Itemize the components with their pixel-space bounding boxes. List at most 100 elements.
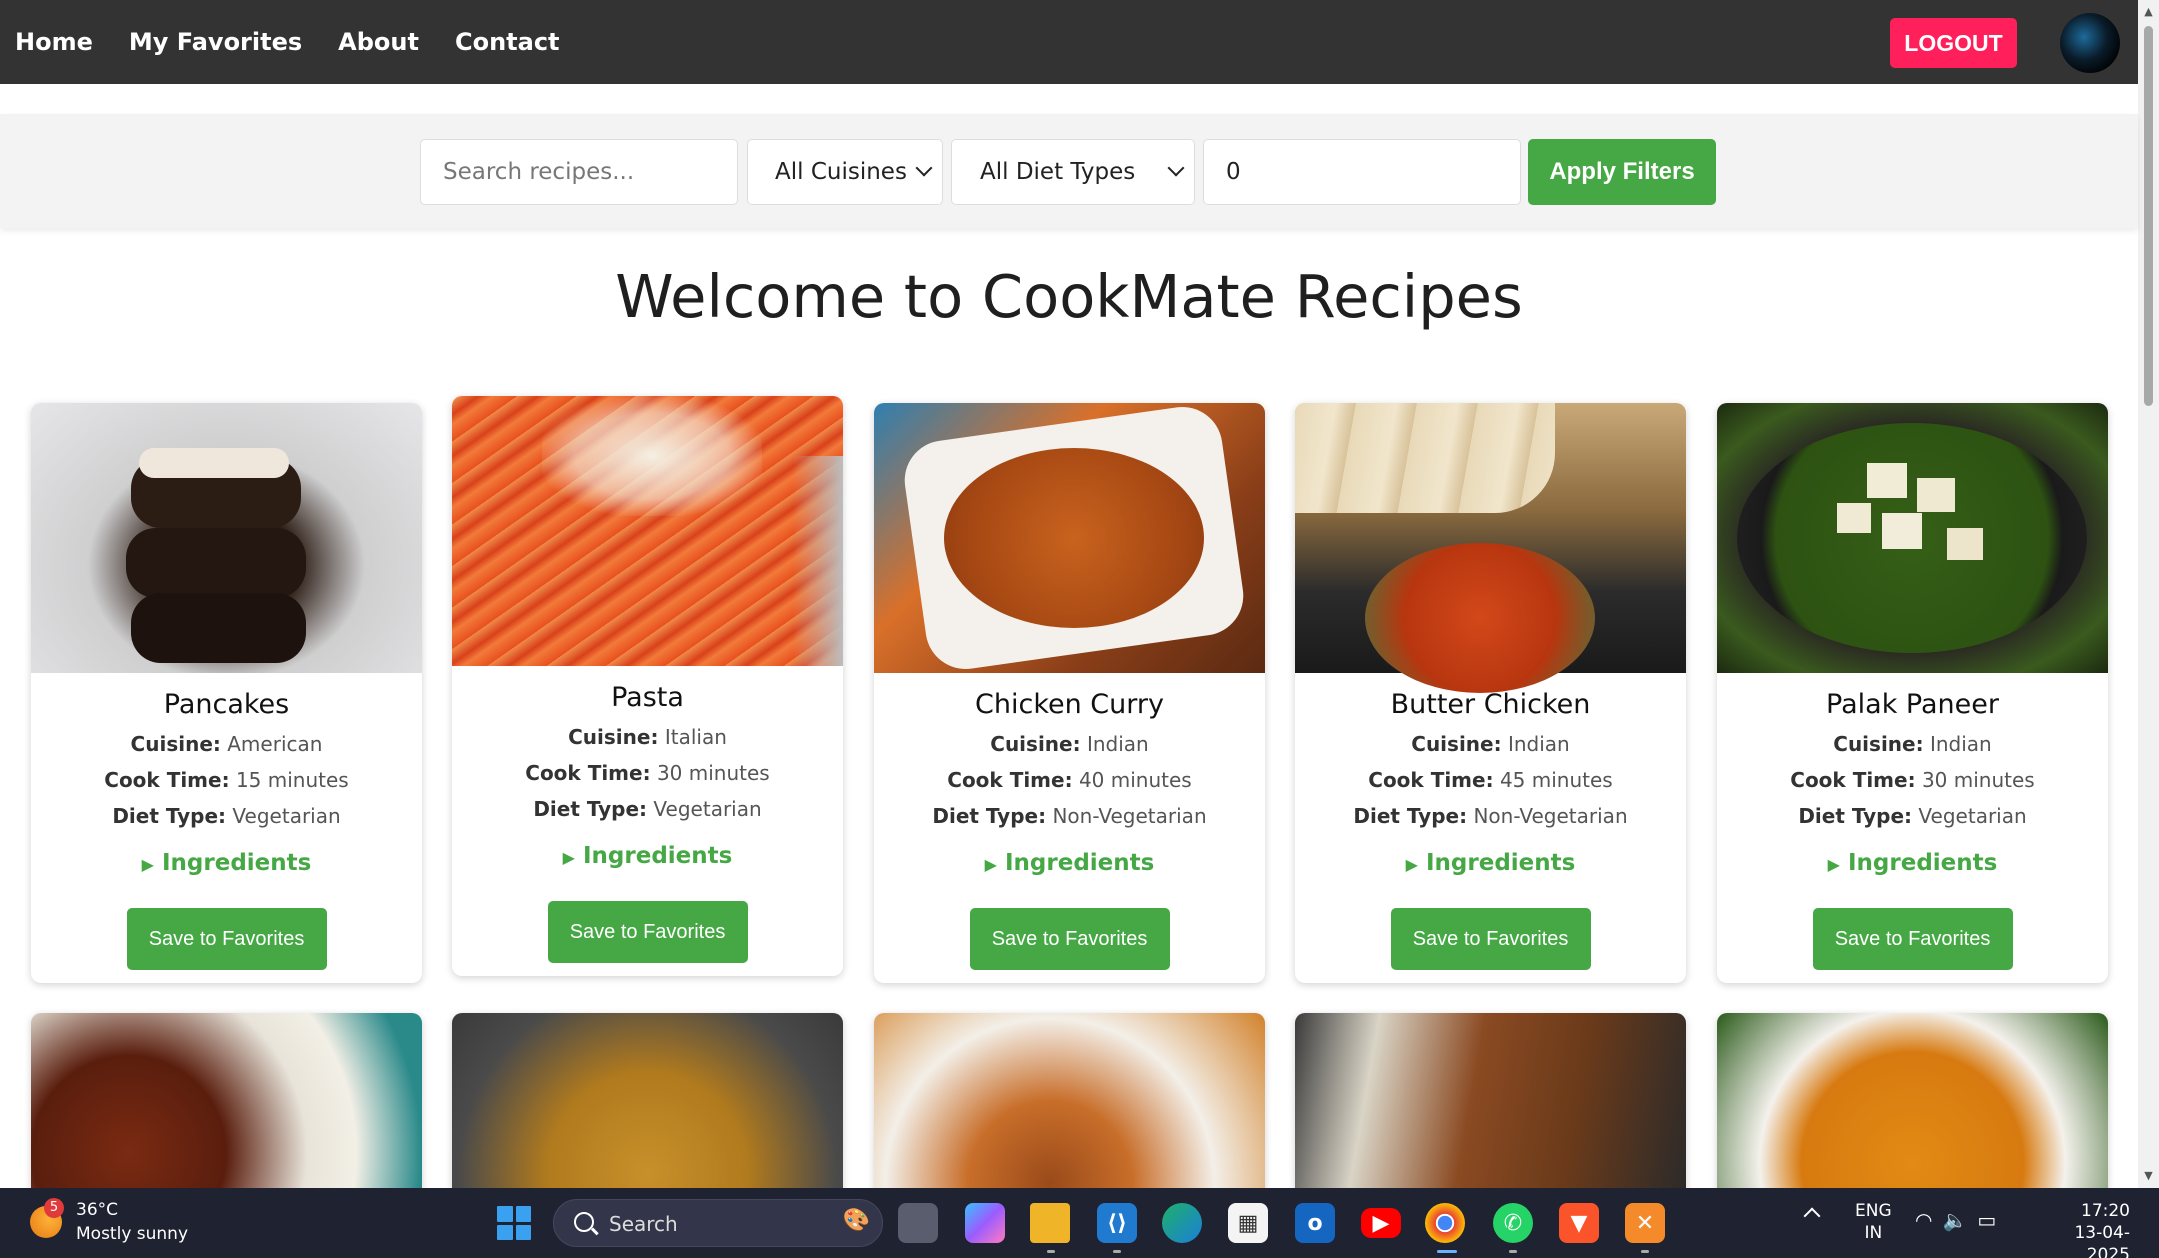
- weather-description[interactable]: Mostly sunny: [76, 1224, 188, 1244]
- ingredients-toggle[interactable]: ▶ Ingredients: [1717, 850, 2108, 876]
- triangle-right-icon: ▶: [141, 855, 154, 874]
- windows-start-icon[interactable]: [497, 1206, 531, 1240]
- cook-time-value: 30 minutes: [1921, 768, 2035, 792]
- cuisine-label: Cuisine:: [1411, 732, 1502, 756]
- lang-line2: IN: [1864, 1223, 1883, 1243]
- page-scrollbar[interactable]: ▲ ▼: [2138, 0, 2159, 1188]
- recipe-image-pancakes: [31, 403, 422, 673]
- cuisine-value: Indian: [1507, 732, 1570, 756]
- cuisine-value: Indian: [1086, 732, 1149, 756]
- ingredients-toggle[interactable]: ▶ Ingredients: [452, 843, 843, 869]
- logout-button[interactable]: LOGOUT: [1890, 18, 2017, 68]
- cook-time-input[interactable]: 0: [1203, 139, 1521, 205]
- search-icon: [574, 1212, 594, 1232]
- recipe-image-chicken-curry: [874, 403, 1265, 675]
- recipe-card: Pasta Cuisine: Italian Cook Time: 30 min…: [452, 396, 843, 976]
- vscode-icon[interactable]: ⟨⟩: [1097, 1203, 1137, 1243]
- cook-time-value: 40 minutes: [1078, 768, 1192, 792]
- ingredients-toggle[interactable]: ▶ Ingredients: [874, 850, 1265, 876]
- wifi-icon[interactable]: ◠: [1915, 1208, 1942, 1232]
- scroll-thumb[interactable]: [2144, 26, 2153, 406]
- running-indicator: [1113, 1250, 1121, 1253]
- running-indicator: [1641, 1250, 1649, 1253]
- ingredients-label: Ingredients: [582, 843, 733, 869]
- save-to-favorites-button[interactable]: Save to Favorites: [547, 901, 748, 963]
- file-explorer-icon[interactable]: [1030, 1203, 1070, 1243]
- scroll-up-arrow-icon[interactable]: ▲: [2141, 4, 2156, 19]
- clock[interactable]: 17:20 13-04-2025: [2035, 1200, 2130, 1258]
- diet-type-value: Non-Vegetarian: [1473, 804, 1628, 828]
- recipe-name: Pasta: [611, 682, 684, 713]
- ingredients-label: Ingredients: [1425, 850, 1576, 876]
- cuisine-value: Indian: [1929, 732, 1992, 756]
- volume-icon[interactable]: 🔈: [1942, 1208, 1977, 1232]
- cuisine-value: Italian: [664, 725, 727, 749]
- nav-contact-link[interactable]: Contact: [455, 28, 560, 56]
- brave-icon[interactable]: ▼: [1559, 1203, 1599, 1243]
- copilot-icon[interactable]: [965, 1203, 1005, 1243]
- recipe-image-partial: [874, 1013, 1265, 1213]
- ingredients-label: Ingredients: [1847, 850, 1998, 876]
- battery-icon[interactable]: ▭: [1977, 1208, 2006, 1232]
- cuisine-label: Cuisine:: [130, 732, 221, 756]
- triangle-right-icon: ▶: [1405, 855, 1418, 874]
- apply-filters-button[interactable]: Apply Filters: [1528, 139, 1716, 205]
- lang-line1: ENG: [1855, 1201, 1892, 1221]
- triangle-right-icon: ▶: [562, 848, 575, 867]
- running-indicator: [1509, 1250, 1517, 1253]
- recipe-card: Chicken Curry Cuisine: Indian Cook Time:…: [874, 403, 1265, 983]
- navbar: Home My Favorites About Contact LOGOUT: [0, 0, 2138, 84]
- cook-time-label: Cook Time:: [1790, 768, 1916, 792]
- cuisine-select[interactable]: All Cuisines: [747, 139, 943, 205]
- recipe-image-partial: [31, 1013, 422, 1213]
- recipe-image-partial: [1295, 1013, 1686, 1213]
- task-view-icon[interactable]: [898, 1203, 938, 1243]
- save-to-favorites-button[interactable]: Save to Favorites: [1390, 908, 1591, 970]
- save-to-favorites-button[interactable]: Save to Favorites: [126, 908, 327, 970]
- recipe-image-partial: [452, 1013, 843, 1213]
- cook-time-label: Cook Time:: [947, 768, 1073, 792]
- nav-about-link[interactable]: About: [338, 28, 419, 56]
- diet-type-value: Non-Vegetarian: [1052, 804, 1207, 828]
- diet-type-label: Diet Type:: [1353, 804, 1468, 828]
- recipe-image-pasta: [452, 396, 843, 666]
- nav-favorites-link[interactable]: My Favorites: [129, 28, 302, 56]
- ingredients-label: Ingredients: [161, 850, 312, 876]
- diet-type-label: Diet Type:: [932, 804, 1047, 828]
- taskbar: 5 36°C Mostly sunny Search 🎨 ⟨⟩ ▦ o ▶ ✆ …: [0, 1188, 2159, 1258]
- diet-type-select[interactable]: All Diet Types: [951, 139, 1195, 205]
- recipe-card: Butter Chicken Cuisine: Indian Cook Time…: [1295, 403, 1686, 983]
- ingredients-toggle[interactable]: ▶ Ingredients: [31, 850, 422, 876]
- outlook-icon[interactable]: o: [1295, 1203, 1335, 1243]
- system-tray-icons[interactable]: ◠🔈▭: [1915, 1208, 2006, 1232]
- weather-temperature[interactable]: 36°C: [76, 1200, 118, 1220]
- cook-time-value: 15 minutes: [235, 768, 349, 792]
- avatar[interactable]: [2060, 13, 2120, 73]
- scroll-down-arrow-icon[interactable]: ▼: [2141, 1168, 2156, 1183]
- ingredients-label: Ingredients: [1004, 850, 1155, 876]
- search-input[interactable]: Search recipes...: [420, 139, 738, 205]
- edge-icon[interactable]: [1162, 1203, 1202, 1243]
- active-indicator: [1437, 1250, 1457, 1253]
- cuisine-label: Cuisine:: [1833, 732, 1924, 756]
- xampp-icon[interactable]: ✕: [1625, 1203, 1665, 1243]
- whatsapp-icon[interactable]: ✆: [1493, 1203, 1533, 1243]
- cook-time-label: Cook Time:: [1368, 768, 1494, 792]
- youtube-icon[interactable]: ▶: [1361, 1208, 1401, 1238]
- save-to-favorites-button[interactable]: Save to Favorites: [969, 908, 1170, 970]
- cook-time-label: Cook Time:: [525, 761, 651, 785]
- cook-time-value: 30 minutes: [656, 761, 770, 785]
- taskbar-search[interactable]: Search 🎨: [553, 1199, 883, 1247]
- recipe-card: Palak Paneer Cuisine: Indian Cook Time: …: [1717, 403, 2108, 983]
- chrome-icon[interactable]: [1425, 1203, 1465, 1243]
- save-to-favorites-button[interactable]: Save to Favorites: [1812, 908, 2013, 970]
- cuisine-label: Cuisine:: [990, 732, 1081, 756]
- chevron-up-icon[interactable]: [1803, 1207, 1821, 1225]
- ingredients-toggle[interactable]: ▶ Ingredients: [1295, 850, 1686, 876]
- nav-home-link[interactable]: Home: [15, 28, 93, 56]
- filter-bar: Search recipes... All Cuisines All Diet …: [0, 114, 2138, 228]
- recipe-name: Palak Paneer: [1826, 689, 1999, 720]
- taskbar-search-label: Search: [609, 1212, 678, 1236]
- language-indicator[interactable]: ENG IN: [1855, 1200, 1892, 1244]
- store-icon[interactable]: ▦: [1228, 1203, 1268, 1243]
